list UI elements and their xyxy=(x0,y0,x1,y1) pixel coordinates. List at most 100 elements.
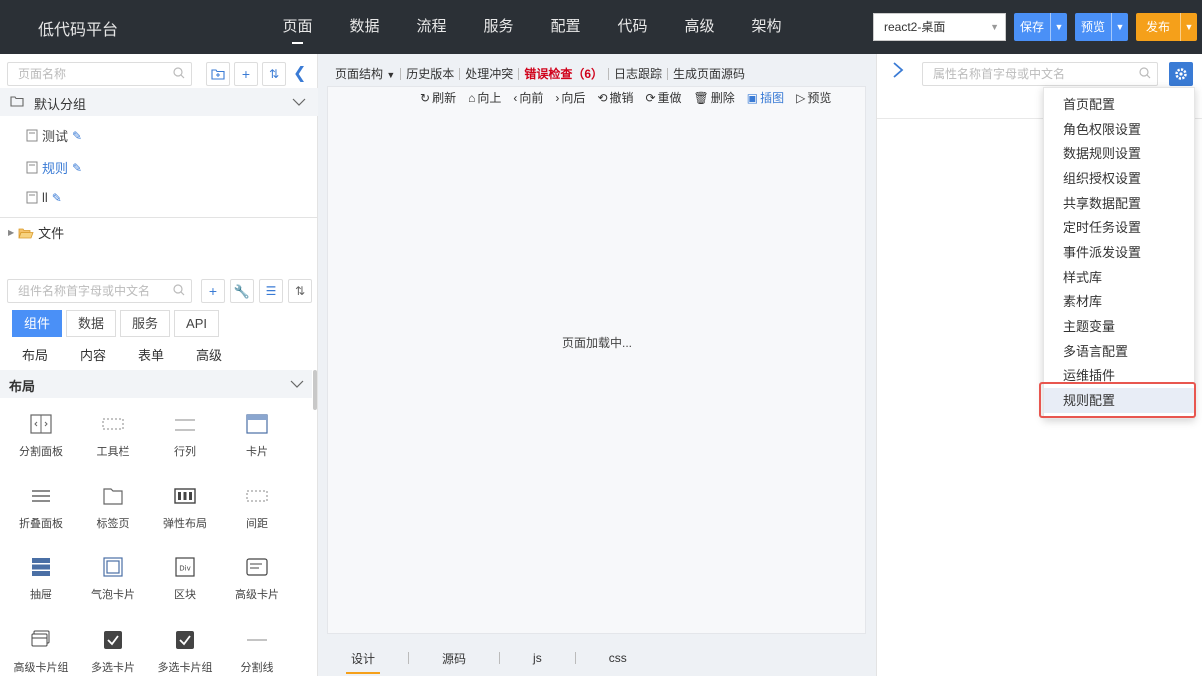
preview-button[interactable]: 预览 xyxy=(1075,13,1111,41)
component-advanced-card-group[interactable]: 高级卡片组 xyxy=(5,630,77,675)
preview-dropdown-icon[interactable]: ▼ xyxy=(1111,13,1128,41)
tab-components[interactable]: 组件 xyxy=(12,310,63,337)
nav-data[interactable]: 数据 xyxy=(331,0,398,54)
menu-item-asset-library[interactable]: 素材库 xyxy=(1044,289,1196,314)
page-item[interactable]: 测试 ✎ xyxy=(26,126,82,145)
back-button[interactable]: › 向后 xyxy=(555,89,585,106)
refresh-button[interactable]: ↻ 刷新 xyxy=(420,89,456,106)
tab-css[interactable]: css xyxy=(596,651,640,665)
nav-code[interactable]: 代码 xyxy=(599,0,666,54)
tab-js[interactable]: js xyxy=(520,651,555,665)
preview-split-button: 预览 ▼ xyxy=(1075,13,1129,41)
canvas-actions: ↻ 刷新 ⌂ 向上 ‹ 向前 › 向后 ⟲ 撤销 ⟳ 重做 🗑 删除 ▣ 插图 ▷ 预览 xyxy=(408,89,831,106)
delete-button[interactable]: 🗑 删除 xyxy=(694,89,735,106)
menu-item-i18n-config[interactable]: 多语言配置 xyxy=(1044,339,1196,364)
project-select[interactable]: react2-桌面 ▼ xyxy=(873,13,1006,41)
component-toolbar[interactable]: 工具栏 xyxy=(77,414,149,459)
component-collapse[interactable]: 折叠面板 xyxy=(5,486,77,531)
tab-design[interactable]: 设计 xyxy=(338,650,388,674)
component-popover-card[interactable]: 气泡卡片 xyxy=(77,557,149,602)
menu-item-shared-data[interactable]: 共享数据配置 xyxy=(1044,191,1196,216)
menu-item-org-auth[interactable]: 组织授权设置 xyxy=(1044,166,1196,191)
page-item[interactable]: ll ✎ xyxy=(26,190,62,205)
flex-layout-icon xyxy=(174,488,196,504)
component-flex[interactable]: 弹性布局 xyxy=(149,486,221,531)
menu-item-role-permission[interactable]: 角色权限设置 xyxy=(1044,117,1196,142)
page-structure-menu[interactable]: 页面结构 ▼ xyxy=(330,65,400,82)
save-button[interactable]: 保存 xyxy=(1014,13,1050,41)
edit-icon[interactable]: ✎ xyxy=(72,161,82,175)
menu-item-style-library[interactable]: 样式库 xyxy=(1044,265,1196,290)
subtab-advanced[interactable]: 高级 xyxy=(196,345,254,364)
generate-source-button[interactable]: 生成页面源码 xyxy=(668,65,750,82)
component-checkbox-card-group[interactable]: 多选卡片组 xyxy=(149,630,221,675)
tab-api[interactable]: API xyxy=(174,310,220,337)
component-drawer[interactable]: 抽屉 xyxy=(5,557,77,602)
settings-button[interactable] xyxy=(1169,62,1193,86)
page-group-header[interactable]: 默认分组 xyxy=(0,88,318,116)
component-divider[interactable]: 分割线 xyxy=(221,630,293,675)
subtab-content[interactable]: 内容 xyxy=(80,345,138,364)
component-checkbox-card[interactable]: 多选卡片 xyxy=(77,630,149,675)
tools-button[interactable]: 🔧 xyxy=(230,279,254,303)
property-search-input[interactable]: 属性名称首字母或中文名 xyxy=(922,62,1158,86)
resolve-conflict-button[interactable]: 处理冲突 xyxy=(460,65,518,82)
list-order-button[interactable]: ☰ xyxy=(259,279,283,303)
component-split-panel[interactable]: 分割面板 xyxy=(5,414,77,459)
nav-page[interactable]: 页面 xyxy=(264,0,331,54)
save-dropdown-icon[interactable]: ▼ xyxy=(1050,13,1067,41)
history-button[interactable]: 历史版本 xyxy=(401,65,459,82)
log-trace-button[interactable]: 日志跟踪 xyxy=(609,65,667,82)
add-page-button[interactable]: + xyxy=(234,62,258,86)
page-search-input[interactable]: 页面名称 xyxy=(7,62,192,86)
component-tabs[interactable]: 标签页 xyxy=(77,486,149,531)
redo-button[interactable]: ⟳ 重做 xyxy=(645,89,681,106)
category-header[interactable]: 布局 xyxy=(0,370,312,398)
collapse-panel-icon[interactable]: ❮ xyxy=(293,63,306,83)
component-block[interactable]: Div 区块 xyxy=(149,557,221,602)
component-row-col[interactable]: 行列 xyxy=(149,414,221,459)
subtab-form[interactable]: 表单 xyxy=(138,345,196,364)
insert-image-button[interactable]: ▣ 插图 xyxy=(747,89,784,106)
scrollbar[interactable] xyxy=(313,370,317,410)
component-advanced-card[interactable]: 高级卡片 xyxy=(221,557,293,602)
menu-item-theme-variables[interactable]: 主题变量 xyxy=(1044,314,1196,339)
file-folder-row[interactable]: ▶ 文件 xyxy=(8,223,64,242)
error-check-button[interactable]: 错误检查（6） xyxy=(519,65,608,82)
component-card[interactable]: 卡片 xyxy=(221,414,293,459)
undo-button[interactable]: ⟲ 撤销 xyxy=(597,89,633,106)
edit-icon[interactable]: ✎ xyxy=(52,191,62,205)
caret-right-icon: ▶ xyxy=(8,228,15,237)
page-item[interactable]: 规则 ✎ xyxy=(26,158,82,177)
tab-source[interactable]: 源码 xyxy=(429,650,479,667)
component-tabs: 组件 数据 服务 API xyxy=(12,310,220,337)
design-canvas[interactable] xyxy=(327,86,866,634)
up-button[interactable]: ⌂ 向上 xyxy=(468,89,501,106)
tab-data[interactable]: 数据 xyxy=(66,310,117,337)
nav-flow[interactable]: 流程 xyxy=(398,0,465,54)
nav-service[interactable]: 服务 xyxy=(465,0,532,54)
chevron-right-icon[interactable] xyxy=(891,62,905,78)
space-icon xyxy=(246,490,268,502)
subtab-layout[interactable]: 布局 xyxy=(22,345,80,364)
component-space[interactable]: 间距 xyxy=(221,486,293,531)
component-search-input[interactable]: 组件名称首字母或中文名 xyxy=(7,279,192,303)
top-bar: 低代码平台 页面 数据 流程 服务 配置 代码 高级 架构 react2-桌面 … xyxy=(0,0,1202,54)
publish-button[interactable]: 发布 xyxy=(1136,13,1180,41)
publish-dropdown-icon[interactable]: ▼ xyxy=(1180,13,1197,41)
tab-service[interactable]: 服务 xyxy=(120,310,171,337)
menu-item-scheduled-task[interactable]: 定时任务设置 xyxy=(1044,215,1196,240)
menu-item-data-rule[interactable]: 数据规则设置 xyxy=(1044,141,1196,166)
nav-config[interactable]: 配置 xyxy=(532,0,599,54)
menu-item-home-config[interactable]: 首页配置 xyxy=(1044,92,1196,117)
add-folder-button[interactable] xyxy=(206,62,230,86)
sort-pages-button[interactable]: ⇅ xyxy=(262,62,286,86)
sort-components-button[interactable]: ⇅ xyxy=(288,279,312,303)
nav-advanced[interactable]: 高级 xyxy=(666,0,733,54)
menu-item-event-dispatch[interactable]: 事件派发设置 xyxy=(1044,240,1196,265)
nav-architecture[interactable]: 架构 xyxy=(733,0,800,54)
add-component-button[interactable]: + xyxy=(201,279,225,303)
canvas-preview-button[interactable]: ▷ 预览 xyxy=(796,89,831,106)
edit-icon[interactable]: ✎ xyxy=(72,129,82,143)
forward-button[interactable]: ‹ 向前 xyxy=(513,89,543,106)
